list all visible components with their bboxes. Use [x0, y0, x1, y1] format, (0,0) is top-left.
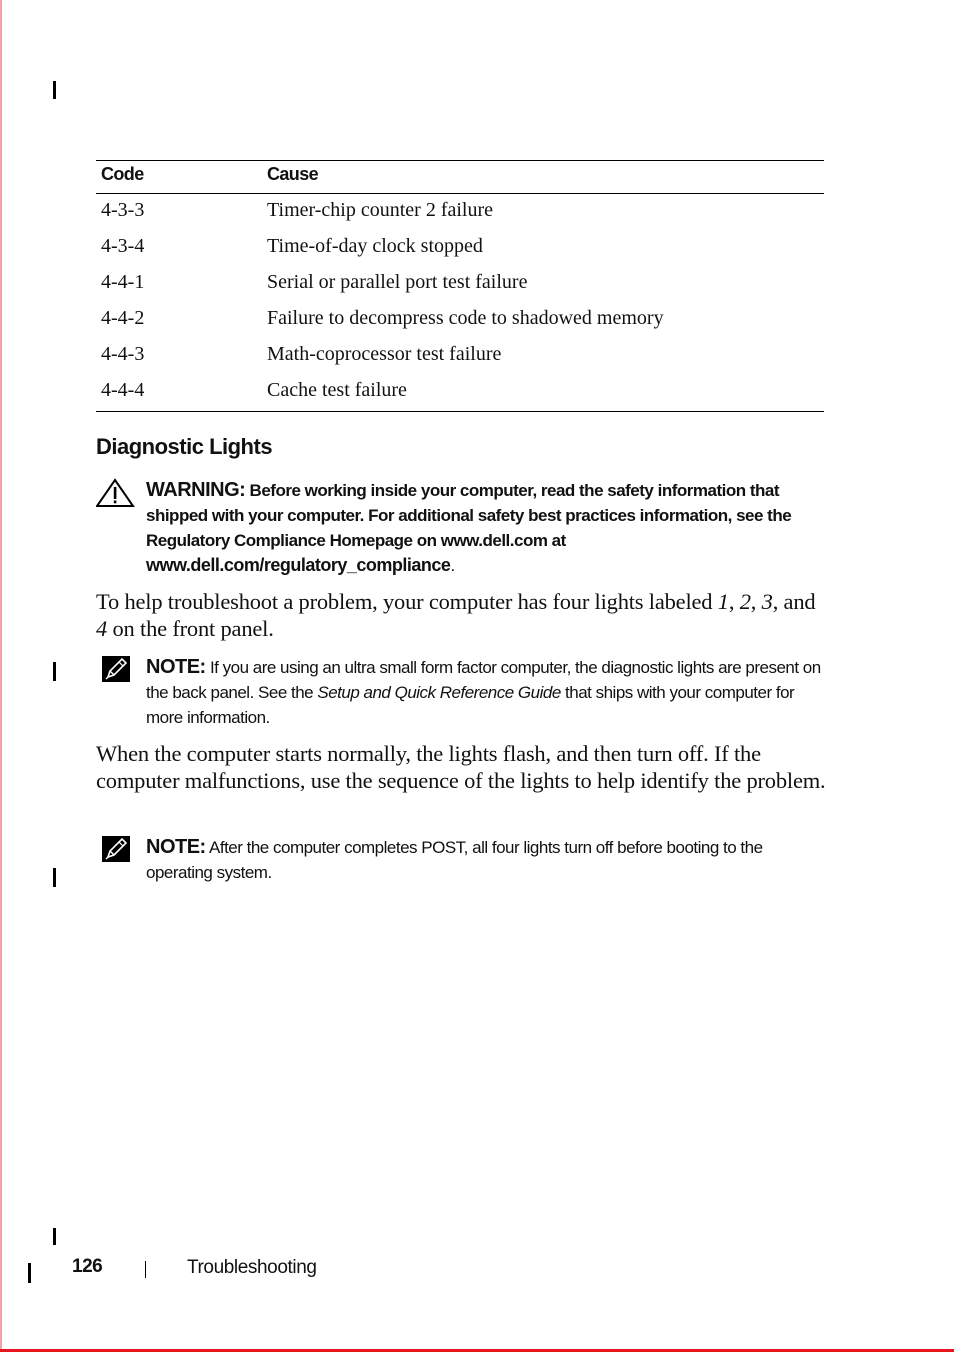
- para1-sep: , and: [772, 589, 816, 614]
- code-cell: 4-3-4: [101, 235, 145, 257]
- note-label: NOTE:: [146, 656, 206, 678]
- page-number: 126: [72, 1256, 103, 1277]
- light-label-4: 4: [96, 616, 108, 641]
- cause-cell: Time-of-day clock stopped: [267, 235, 483, 257]
- warning-callout: WARNING: Before working inside your comp…: [95, 478, 826, 578]
- footer-divider: [145, 1261, 146, 1278]
- code-cell: 4-3-3: [101, 199, 145, 221]
- page-edge-left: [0, 0, 2, 1352]
- header-cause: Cause: [262, 160, 824, 194]
- crop-mark: [53, 1228, 56, 1245]
- light-label-1: 1: [717, 589, 729, 614]
- note-callout: NOTE: If you are using an ultra small fo…: [96, 655, 826, 730]
- code-cell: 4-4-3: [101, 343, 145, 365]
- crop-mark: [53, 81, 56, 99]
- guide-title: Setup and Quick Reference Guide: [317, 683, 561, 702]
- cause-cell: Failure to decompress code to shadowed m…: [267, 307, 664, 329]
- note-callout: NOTE: After the computer completes POST,…: [96, 835, 826, 885]
- behavior-paragraph: When the computer starts normally, the l…: [96, 741, 826, 793]
- para1-text: on the front panel.: [107, 616, 274, 641]
- warning-triangle-icon: [95, 478, 136, 513]
- intro-paragraph: To help troubleshoot a problem, your com…: [96, 588, 826, 642]
- crop-mark: [28, 1263, 31, 1283]
- table-header-row: Code Cause: [96, 160, 824, 194]
- warning-label: WARNING:: [146, 479, 246, 501]
- table-row: 4-3-3 Timer-chip counter 2 failure: [96, 194, 824, 231]
- table-row: 4-4-2 Failure to decompress code to shad…: [96, 302, 824, 338]
- code-cell: 4-4-4: [96, 374, 262, 412]
- para1-sep: ,: [750, 589, 762, 614]
- code-cell: 4-4-2: [101, 307, 145, 329]
- beep-code-table: Code Cause 4-3-3 Timer-chip counter 2 fa…: [96, 160, 824, 412]
- note-text: NOTE: If you are using an ultra small fo…: [146, 655, 826, 730]
- crop-mark: [53, 868, 56, 887]
- regulatory-link[interactable]: www.dell.com/regulatory_compliance: [146, 555, 451, 575]
- warning-end: .: [450, 556, 455, 575]
- para1-sep: ,: [728, 589, 740, 614]
- light-label-2: 2: [739, 589, 751, 614]
- note-text: NOTE: After the computer completes POST,…: [146, 835, 826, 885]
- cause-cell: Serial or parallel port test failure: [267, 271, 528, 293]
- para1-text: To help troubleshoot a problem, your com…: [96, 589, 718, 614]
- note-label: NOTE:: [146, 836, 206, 858]
- crop-mark: [53, 662, 56, 681]
- cause-cell: Cache test failure: [262, 374, 824, 412]
- table-row: 4-3-4 Time-of-day clock stopped: [96, 230, 824, 266]
- note-pencil-icon: [102, 656, 130, 687]
- header-code: Code: [96, 160, 262, 194]
- cause-cell: Math-coprocessor test failure: [267, 343, 502, 365]
- cause-cell: Timer-chip counter 2 failure: [267, 199, 494, 221]
- note-pencil-icon: [102, 836, 130, 867]
- table-row: 4-4-1 Serial or parallel port test failu…: [96, 266, 824, 302]
- note-body: After the computer completes POST, all f…: [146, 838, 763, 882]
- code-cell: 4-4-1: [101, 271, 145, 293]
- section-heading: Diagnostic Lights: [96, 434, 273, 459]
- table-row: 4-4-3 Math-coprocessor test failure: [96, 338, 824, 374]
- table-row: 4-4-4 Cache test failure: [96, 374, 824, 412]
- chapter-title: Troubleshooting: [187, 1257, 317, 1278]
- warning-text: WARNING: Before working inside your comp…: [146, 478, 826, 578]
- light-label-3: 3: [761, 589, 773, 614]
